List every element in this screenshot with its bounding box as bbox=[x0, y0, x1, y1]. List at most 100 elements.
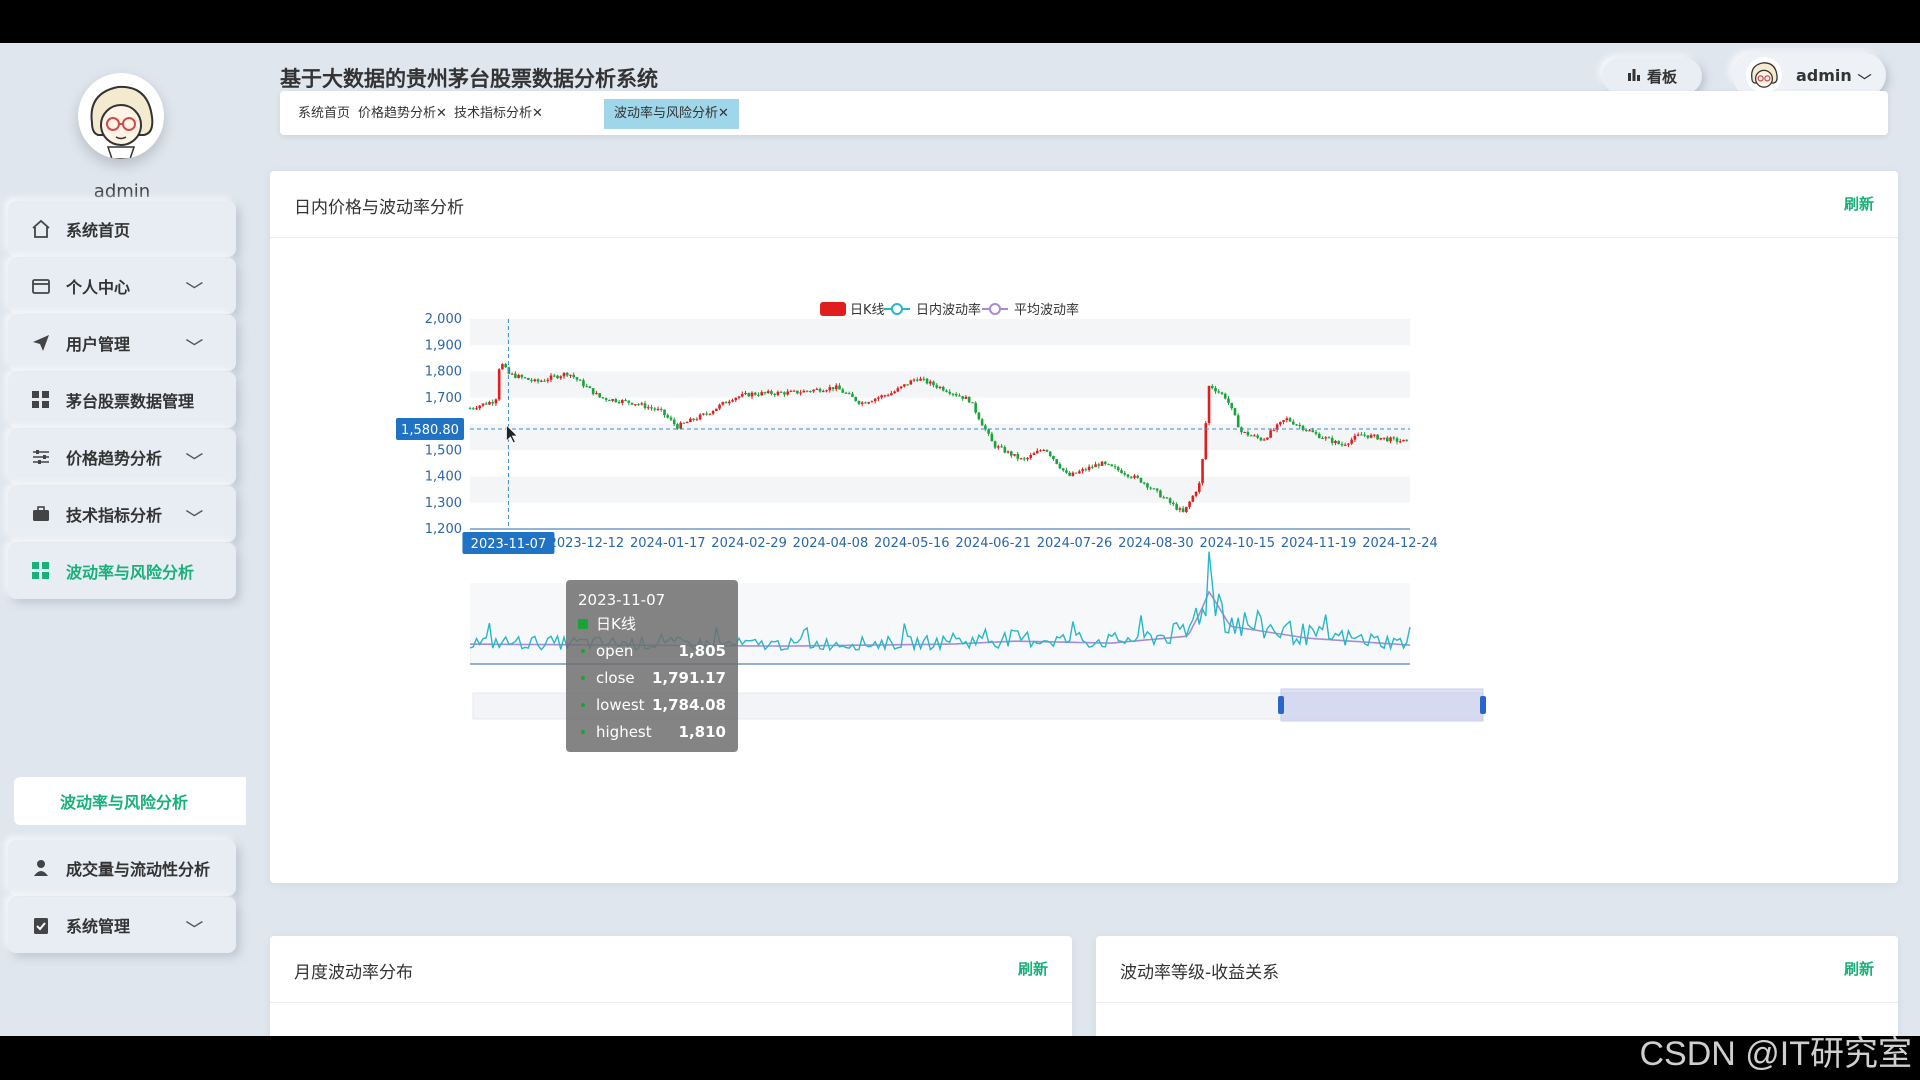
sidebar-item-profile[interactable]: 个人中心 ⌵ bbox=[8, 258, 236, 314]
clipboard-check-icon bbox=[30, 914, 52, 936]
candle-body bbox=[1168, 498, 1172, 503]
sidebar-item-system[interactable]: 系统管理 ⌵ bbox=[8, 897, 236, 953]
candle-body bbox=[844, 392, 848, 394]
chevron-down-icon: ⌵ bbox=[186, 276, 204, 292]
tooltip-value: 1,810 bbox=[679, 723, 726, 741]
dashboard-button-label: 看板 bbox=[1646, 67, 1677, 86]
candle-body bbox=[1343, 444, 1347, 446]
candle-body bbox=[1389, 437, 1392, 442]
close-icon[interactable]: ✕ bbox=[532, 106, 543, 121]
candle-body bbox=[1045, 449, 1049, 452]
candle-body bbox=[1081, 469, 1084, 472]
x-tick-label: 2024-04-08 bbox=[793, 536, 869, 551]
candle-body bbox=[718, 404, 721, 409]
candle-body bbox=[702, 413, 705, 415]
candle-body bbox=[899, 386, 903, 389]
candle-body bbox=[1311, 430, 1315, 433]
candle-body bbox=[792, 390, 796, 392]
refresh-button[interactable]: 刷新 bbox=[1018, 958, 1048, 979]
candle-body bbox=[1065, 470, 1068, 473]
crosshair-x-label: 2023-11-07 bbox=[471, 537, 547, 552]
candle-body bbox=[497, 369, 501, 400]
candle-body bbox=[1078, 471, 1081, 474]
candle-body bbox=[676, 424, 679, 429]
data-zoom-window bbox=[1280, 688, 1484, 722]
candle-body bbox=[890, 393, 893, 396]
sidebar-item-users[interactable]: 用户管理 ⌵ bbox=[8, 315, 236, 371]
tab-tech-indicators[interactable]: 技术指标分析✕ bbox=[444, 99, 553, 129]
candle-body bbox=[834, 385, 838, 390]
candle-body bbox=[517, 375, 520, 378]
candle-body bbox=[666, 415, 670, 418]
candle-body bbox=[1279, 421, 1282, 425]
candle-body bbox=[569, 374, 572, 376]
candle-body bbox=[1110, 464, 1114, 467]
candle-body bbox=[585, 386, 588, 388]
candle-body bbox=[815, 388, 819, 390]
paper-plane-icon bbox=[30, 332, 52, 354]
legend-label: 日K线 bbox=[850, 303, 885, 318]
legend-swatch-kline bbox=[820, 302, 846, 316]
refresh-button[interactable]: 刷新 bbox=[1844, 958, 1874, 979]
candle-body bbox=[1207, 385, 1211, 424]
candle-body bbox=[974, 402, 977, 413]
tooltip-date: 2023-11-07 bbox=[578, 591, 665, 609]
candle-body bbox=[805, 390, 809, 392]
sidebar-item-tech-indicators[interactable]: 技术指标分析 ⌵ bbox=[8, 486, 236, 542]
grid-band bbox=[470, 371, 1410, 398]
candle-body bbox=[1188, 501, 1191, 507]
price-volatility-chart[interactable]: 1,2001,3001,4001,5001,6001,7001,8001,900… bbox=[270, 171, 1898, 883]
candle-body bbox=[559, 376, 563, 379]
app-root: admin 系统首页 个人中心 ⌵ 用户管理 ⌵ 茅台股票数据管理 价格趋势分析… bbox=[0, 43, 1920, 1036]
tooltip-bullet bbox=[581, 730, 585, 734]
candle-body bbox=[601, 397, 605, 399]
candle-body bbox=[1360, 434, 1363, 436]
candle-body bbox=[1321, 438, 1324, 440]
sidebar-item-volatility-risk[interactable]: 波动率与风险分析 bbox=[8, 543, 236, 599]
sidebar-item-stock-data[interactable]: 茅台股票数据管理 bbox=[8, 372, 236, 428]
screen-bottom-band bbox=[0, 1036, 1920, 1080]
candle-body bbox=[578, 379, 582, 381]
candle-body bbox=[1100, 461, 1104, 466]
candle-body bbox=[912, 379, 916, 381]
candle-body bbox=[789, 390, 793, 392]
user-avatar[interactable] bbox=[78, 73, 164, 159]
candle-body bbox=[488, 401, 491, 405]
dashboard-button[interactable]: 看板 bbox=[1602, 58, 1702, 94]
candle-body bbox=[1019, 458, 1023, 460]
tooltip-value: 1,784.08 bbox=[652, 696, 726, 714]
tab-price-trend[interactable]: 价格趋势分析✕ bbox=[348, 99, 457, 129]
candle-body bbox=[481, 403, 485, 406]
candle-body bbox=[993, 441, 997, 448]
sidebar-item-home[interactable]: 系统首页 bbox=[8, 201, 236, 257]
candle-body bbox=[1217, 391, 1221, 393]
candle-body bbox=[1243, 431, 1246, 433]
candle-body bbox=[796, 390, 799, 394]
candle-body bbox=[728, 401, 731, 404]
y-tick-label: 1,300 bbox=[425, 496, 462, 511]
card-header: 月度波动率分布 刷新 bbox=[270, 936, 1072, 1003]
candle-body bbox=[530, 379, 533, 382]
candle-body bbox=[935, 385, 939, 388]
candle-body bbox=[1097, 464, 1101, 466]
candle-body bbox=[870, 401, 874, 403]
candle-body bbox=[1266, 437, 1269, 440]
volatility-return-card: 波动率等级-收益关系 刷新 bbox=[1096, 936, 1898, 1036]
sidebar-subitem-volatility-risk[interactable]: 波动率与风险分析 bbox=[14, 777, 246, 825]
sidebar-item-volume-liquidity[interactable]: 成交量与流动性分析 bbox=[8, 840, 236, 896]
tab-volatility-risk[interactable]: 波动率与风险分析✕ bbox=[604, 99, 739, 129]
candle-body bbox=[1227, 398, 1230, 403]
candle-body bbox=[818, 388, 822, 392]
candle-body bbox=[1191, 495, 1195, 502]
candle-body bbox=[880, 395, 883, 398]
candle-body bbox=[1087, 466, 1091, 470]
candle-body bbox=[510, 373, 514, 375]
sidebar-item-price-trend[interactable]: 价格趋势分析 ⌵ bbox=[8, 429, 236, 485]
candle-body bbox=[802, 390, 806, 393]
candle-body bbox=[1058, 463, 1062, 469]
close-icon[interactable]: ✕ bbox=[718, 106, 729, 121]
candle-body bbox=[637, 404, 640, 406]
candle-body bbox=[851, 393, 854, 397]
tooltip-key: close bbox=[596, 669, 635, 687]
candle-body bbox=[948, 391, 952, 394]
